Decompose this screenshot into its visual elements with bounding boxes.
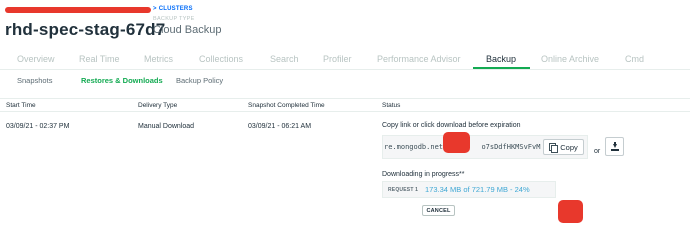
- tab-real-time[interactable]: Real Time: [79, 54, 120, 64]
- tab-overview[interactable]: Overview: [17, 54, 55, 64]
- active-tab-indicator: [473, 67, 530, 69]
- redaction-mark: [443, 132, 470, 153]
- column-header-completed-time: Snapshot Completed Time: [248, 102, 325, 109]
- column-header-status: Status: [382, 102, 401, 109]
- breadcrumb-clusters-link[interactable]: CLUSTERS: [159, 6, 193, 12]
- subtab-snapshots[interactable]: Snapshots: [17, 76, 52, 85]
- or-label: or: [594, 148, 601, 155]
- redaction-mark: [5, 7, 151, 13]
- tab-cmd[interactable]: Cmd: [625, 54, 644, 64]
- breadcrumb[interactable]: > CLUSTERS: [153, 6, 193, 12]
- cell-start-time: 03/09/21 - 02:37 PM: [6, 123, 70, 130]
- subtab-backup-policy[interactable]: Backup Policy: [176, 76, 223, 85]
- page-title: rhd-spec-stag-67d7: [5, 20, 166, 39]
- tab-metrics[interactable]: Metrics: [144, 54, 173, 64]
- cell-delivery-type: Manual Download: [138, 123, 195, 130]
- backup-type-value: Cloud Backup: [153, 24, 222, 36]
- copy-button-label: Copy: [560, 142, 578, 152]
- tab-search[interactable]: Search: [270, 54, 299, 64]
- download-icon: [611, 142, 619, 151]
- tab-collections[interactable]: Collections: [199, 54, 243, 64]
- tab-profiler[interactable]: Profiler: [323, 54, 352, 64]
- status-hint: Copy link or click download before expir…: [382, 122, 521, 129]
- tab-performance-advisor[interactable]: Performance Advisor: [377, 54, 461, 64]
- tab-online-archive[interactable]: Online Archive: [541, 54, 599, 64]
- request-label: REQUEST 1: [388, 187, 419, 193]
- backup-type-label: BACKUP TYPE: [153, 16, 195, 22]
- column-header-start-time: Start Time: [6, 102, 36, 109]
- copy-icon: [549, 143, 559, 153]
- download-button[interactable]: [605, 137, 624, 156]
- download-progress-label: Downloading in progress**: [382, 171, 465, 178]
- column-header-delivery-type: Delivery Type: [138, 102, 178, 109]
- subtab-restores-downloads[interactable]: Restores & Downloads: [81, 76, 163, 85]
- tab-backup[interactable]: Backup: [486, 54, 516, 64]
- cancel-button[interactable]: CANCEL: [422, 205, 455, 216]
- table-header: [0, 98, 690, 112]
- copy-button[interactable]: Copy: [543, 139, 584, 155]
- cell-completed-time: 03/09/21 - 06:21 AM: [248, 123, 312, 130]
- download-progress-text: 173.34 MB of 721.79 MB - 24%: [425, 185, 530, 194]
- redaction-mark: [558, 200, 583, 223]
- chevron-right-icon: >: [153, 6, 157, 12]
